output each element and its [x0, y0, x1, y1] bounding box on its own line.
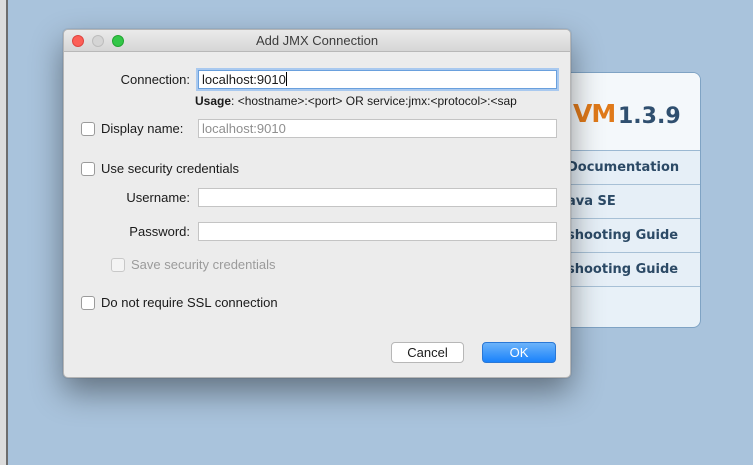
brand-wordmark: VM — [573, 99, 616, 128]
window-edge — [0, 0, 8, 465]
cancel-button[interactable]: Cancel — [391, 342, 464, 363]
no-ssl-checkbox[interactable] — [81, 296, 95, 310]
ok-button[interactable]: OK — [482, 342, 556, 363]
connection-label: Connection: — [120, 72, 190, 87]
usage-hint: Usage: <hostname>:<port> OR service:jmx:… — [195, 94, 561, 108]
save-security-label: Save security credentials — [131, 257, 276, 272]
no-ssl-label[interactable]: Do not require SSL connection — [101, 295, 278, 310]
display-name-label[interactable]: Display name: — [101, 121, 183, 136]
display-name-checkbox[interactable] — [81, 122, 95, 136]
usage-label: Usage — [195, 94, 232, 108]
connection-input[interactable]: localhost:9010 — [198, 70, 557, 89]
dialog-title: Add JMX Connection — [255, 33, 379, 48]
use-security-label[interactable]: Use security credentials — [101, 161, 239, 176]
usage-text: : <hostname>:<port> OR service:jmx:<prot… — [231, 94, 517, 108]
username-input[interactable] — [198, 188, 557, 207]
password-input[interactable] — [198, 222, 557, 241]
add-jmx-connection-dialog: Add JMX Connection Connection: localhost… — [63, 29, 571, 378]
save-security-checkbox — [111, 258, 125, 272]
title-bar[interactable]: Add JMX Connection — [64, 30, 570, 52]
brand-version: 1.3.9 — [618, 104, 681, 129]
display-name-input[interactable]: localhost:9010 — [198, 119, 557, 138]
connection-value: localhost:9010 — [202, 72, 286, 87]
text-caret — [285, 72, 287, 86]
username-label: Username: — [126, 190, 190, 205]
use-security-checkbox[interactable] — [81, 162, 95, 176]
password-label: Password: — [129, 224, 190, 239]
